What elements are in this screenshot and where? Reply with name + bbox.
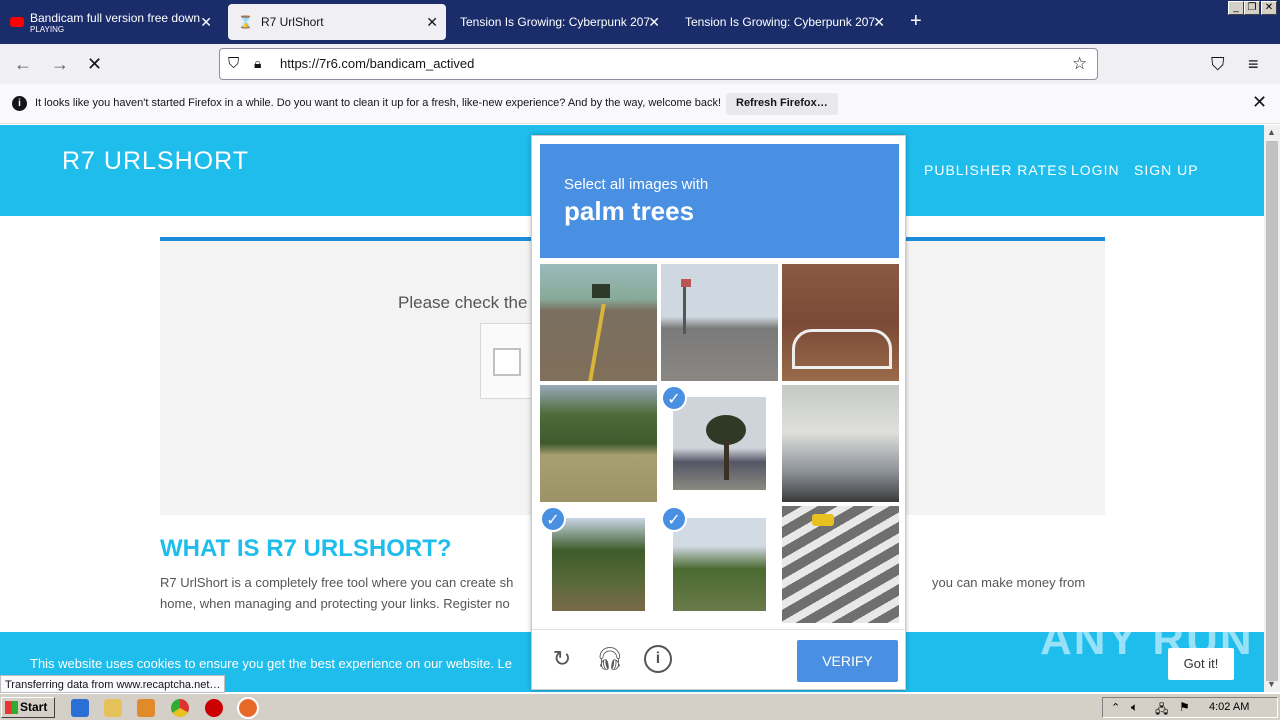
- tab-title: Tension Is Growing: Cyberpunk 2077 Re: [685, 15, 875, 29]
- shield-icon[interactable]: ⛉: [228, 55, 239, 72]
- description-line-1: R7 UrlShort is a completely free tool wh…: [160, 575, 514, 590]
- tab-playing-label: PLAYING: [30, 24, 65, 34]
- recaptcha-checkbox[interactable]: [493, 348, 521, 376]
- close-notification-icon[interactable]: ✕: [1252, 92, 1267, 113]
- captcha-tile-6[interactable]: [782, 385, 899, 502]
- captcha-tile-2[interactable]: [661, 264, 778, 381]
- url-bar[interactable]: ⛉ 🔒︎ https://7r6.com/bandicam_actived ☆: [219, 48, 1098, 80]
- menu-icon[interactable]: ≡: [1248, 54, 1259, 75]
- tab-cyberpunk-2[interactable]: Tension Is Growing: Cyberpunk 2077 Re ✕: [675, 4, 893, 40]
- internet-explorer-icon[interactable]: [71, 699, 89, 717]
- windows-logo-icon: [5, 701, 18, 714]
- firefox-icon[interactable]: [237, 697, 259, 719]
- tab-cyberpunk-1[interactable]: Tension Is Growing: Cyberpunk 2077 Re ✕: [450, 4, 668, 40]
- bookmark-star-icon[interactable]: ☆: [1072, 54, 1087, 74]
- captcha-challenge: Select all images with palm trees ✓ ✓ ✓: [531, 135, 906, 690]
- scroll-thumb[interactable]: [1266, 141, 1278, 681]
- captcha-tile-3[interactable]: [782, 264, 899, 381]
- section-title: WHAT IS R7 URLSHORT?: [160, 535, 452, 562]
- volume-icon[interactable]: 🔈︎: [1131, 700, 1138, 715]
- info-icon[interactable]: i: [644, 645, 672, 673]
- close-tab-icon[interactable]: ✕: [200, 14, 212, 31]
- start-label: Start: [20, 700, 48, 714]
- captcha-footer: ↻ 🎧︎ i VERIFY: [532, 629, 905, 689]
- selected-check-icon: ✓: [540, 506, 566, 532]
- page-scrollbar[interactable]: ▲ ▼: [1264, 125, 1280, 692]
- pocket-icon[interactable]: ⛉: [1211, 54, 1225, 75]
- anyrun-watermark: ANY RUN: [1040, 615, 1254, 664]
- menu-publisher-rates[interactable]: PUBLISHER RATES: [924, 162, 1068, 178]
- window-close-icon[interactable]: ✕: [1261, 1, 1277, 15]
- info-icon: i: [12, 96, 27, 111]
- reload-icon[interactable]: ↻: [548, 645, 576, 673]
- captcha-tile-4[interactable]: [540, 385, 657, 502]
- captcha-header: Select all images with palm trees: [540, 144, 899, 258]
- captcha-tile-9[interactable]: [782, 506, 899, 623]
- back-icon[interactable]: ←: [14, 54, 32, 75]
- close-tab-icon[interactable]: ✕: [426, 14, 438, 31]
- youtube-icon: [10, 17, 24, 27]
- captcha-tile-7[interactable]: ✓: [540, 506, 657, 623]
- notification-bar: i It looks like you haven't started Fire…: [0, 84, 1280, 124]
- status-text: Transferring data from www.recaptcha.net…: [0, 675, 226, 693]
- clock: 4:02 AM: [1209, 701, 1250, 713]
- scroll-down-icon[interactable]: ▼: [1267, 679, 1276, 689]
- maximize-icon[interactable]: ❐: [1244, 1, 1260, 15]
- system-tray: ⌃ 🔈︎ 🖧︎ ⚑ 4:02 AM: [1102, 697, 1278, 718]
- network-icon[interactable]: 🖧︎: [1155, 700, 1168, 721]
- flag-icon[interactable]: ⚑: [1179, 700, 1190, 714]
- tray-expand-icon[interactable]: ⌃: [1111, 701, 1120, 714]
- opera-icon[interactable]: [205, 699, 223, 717]
- minimize-icon[interactable]: _: [1228, 1, 1244, 15]
- folder-icon[interactable]: [104, 699, 122, 717]
- tab-title: R7 UrlShort: [260, 15, 324, 29]
- hourglass-icon: ⌛: [238, 15, 253, 29]
- tab-strip: Bandicam full version free downloa PLAYI…: [0, 0, 1280, 44]
- menu-login[interactable]: LOGIN: [1071, 162, 1120, 178]
- tab-title: Bandicam full version free downloa: [30, 10, 200, 25]
- captcha-target: palm trees: [564, 196, 695, 226]
- close-tab-icon[interactable]: ✕: [648, 14, 660, 31]
- cookie-text: This website uses cookies to ensure you …: [30, 656, 513, 671]
- url-text[interactable]: https://7r6.com/bandicam_actived: [280, 56, 474, 71]
- scroll-up-icon[interactable]: ▲: [1267, 127, 1276, 137]
- captcha-tile-8[interactable]: ✓: [661, 506, 778, 623]
- forward-icon[interactable]: →: [51, 54, 69, 75]
- stop-icon[interactable]: ✕: [87, 54, 102, 75]
- description-line-1-end: you can make money from: [932, 575, 1086, 590]
- lock-icon[interactable]: 🔒︎: [254, 55, 261, 72]
- verify-button[interactable]: VERIFY: [797, 640, 898, 682]
- please-check-text: Please check the c: [398, 293, 541, 312]
- navigation-toolbar: ← → ✕ ⛉ 🔒︎ https://7r6.com/bandicam_acti…: [0, 44, 1280, 84]
- headphones-icon[interactable]: 🎧︎: [596, 645, 624, 673]
- captcha-instruction: Select all images with: [564, 176, 709, 193]
- site-logo[interactable]: R7 URLSHORT: [62, 147, 249, 176]
- media-player-icon[interactable]: [137, 699, 155, 717]
- tab-title: Tension Is Growing: Cyberpunk 2077 Re: [460, 15, 650, 29]
- chrome-icon[interactable]: [171, 699, 189, 717]
- windows-taskbar: Start ⌃ 🔈︎ 🖧︎ ⚑ 4:02 AM: [0, 693, 1280, 720]
- notification-message: It looks like you haven't started Firefo…: [35, 97, 722, 109]
- tab-r7urlshort[interactable]: ⌛ R7 UrlShort ✕: [228, 4, 446, 40]
- close-tab-icon[interactable]: ✕: [873, 14, 885, 31]
- captcha-tile-1[interactable]: [540, 264, 657, 381]
- refresh-firefox-button[interactable]: Refresh Firefox…: [726, 93, 838, 115]
- captcha-tile-5[interactable]: ✓: [661, 385, 778, 502]
- menu-sign-up[interactable]: SIGN UP: [1134, 162, 1199, 178]
- new-tab-icon[interactable]: +: [910, 10, 922, 33]
- selected-check-icon: ✓: [661, 385, 687, 411]
- selected-check-icon: ✓: [661, 506, 687, 532]
- description-line-2: home, when managing and protecting your …: [160, 596, 510, 611]
- start-button[interactable]: Start: [1, 697, 55, 718]
- tab-bandicam[interactable]: Bandicam full version free downloa PLAYI…: [0, 4, 220, 40]
